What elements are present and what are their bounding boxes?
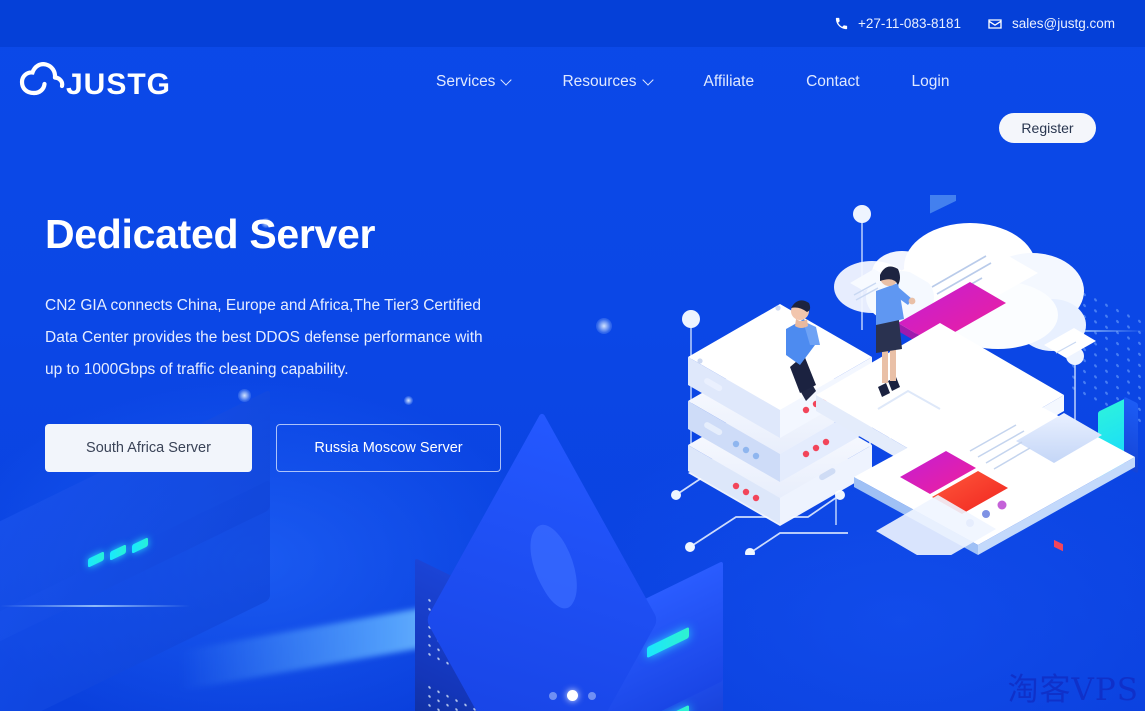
nav-links: Services Resources Affiliate Contact Log…: [410, 47, 975, 117]
topbar-phone[interactable]: +27-11-083-8181: [834, 16, 961, 31]
chevron-down-icon: [644, 76, 652, 84]
topbar-email[interactable]: sales@justg.com: [987, 16, 1115, 32]
nav-item-contact[interactable]: Contact: [780, 73, 885, 91]
carousel-dot-2[interactable]: [567, 690, 578, 701]
phone-icon: [834, 16, 849, 31]
carousel-dots: [0, 690, 1145, 701]
envelope-icon: [987, 16, 1003, 32]
phone-number: +27-11-083-8181: [858, 16, 961, 31]
nav-label-login: Login: [911, 73, 950, 90]
brand-name: JUSTG: [66, 67, 172, 101]
carousel-dot-1[interactable]: [549, 691, 557, 700]
nav-label-resources: Resources: [562, 73, 637, 90]
brand-logo[interactable]: JUSTG: [14, 53, 171, 116]
main-navigation: JUSTG Services Resources Affiliate Conta…: [0, 47, 1145, 143]
nav-label-affiliate: Affiliate: [703, 73, 755, 90]
nav-item-services[interactable]: Services: [410, 73, 536, 91]
russia-moscow-server-button[interactable]: Russia Moscow Server: [276, 424, 501, 473]
hero-content: Dedicated Server CN2 GIA connects China,…: [45, 211, 565, 473]
nav-label-services: Services: [436, 73, 496, 90]
hero-cta-group: South Africa Server Russia Moscow Server: [45, 424, 565, 473]
hero-title: Dedicated Server: [45, 211, 376, 257]
register-button[interactable]: Register: [999, 113, 1096, 143]
hero-description: CN2 GIA connects China, Europe and Afric…: [45, 297, 483, 379]
chevron-down-icon: [502, 76, 510, 84]
email-address: sales@justg.com: [1012, 16, 1115, 31]
watermark: 淘客VPS: [1007, 672, 1139, 708]
hero-illustration: [640, 195, 1145, 555]
carousel-dot-3[interactable]: [588, 691, 596, 700]
nav-item-login[interactable]: Login: [886, 73, 976, 91]
cloud-icon: [14, 53, 72, 116]
nav-item-resources[interactable]: Resources: [536, 73, 677, 91]
nav-label-contact: Contact: [806, 73, 860, 90]
south-africa-server-button[interactable]: South Africa Server: [45, 424, 252, 473]
page-root: +27-11-083-8181 sales@justg.com JUSTG Se…: [0, 0, 1145, 711]
top-contact-bar: +27-11-083-8181 sales@justg.com: [0, 0, 1145, 47]
nav-item-affiliate[interactable]: Affiliate: [678, 73, 781, 91]
